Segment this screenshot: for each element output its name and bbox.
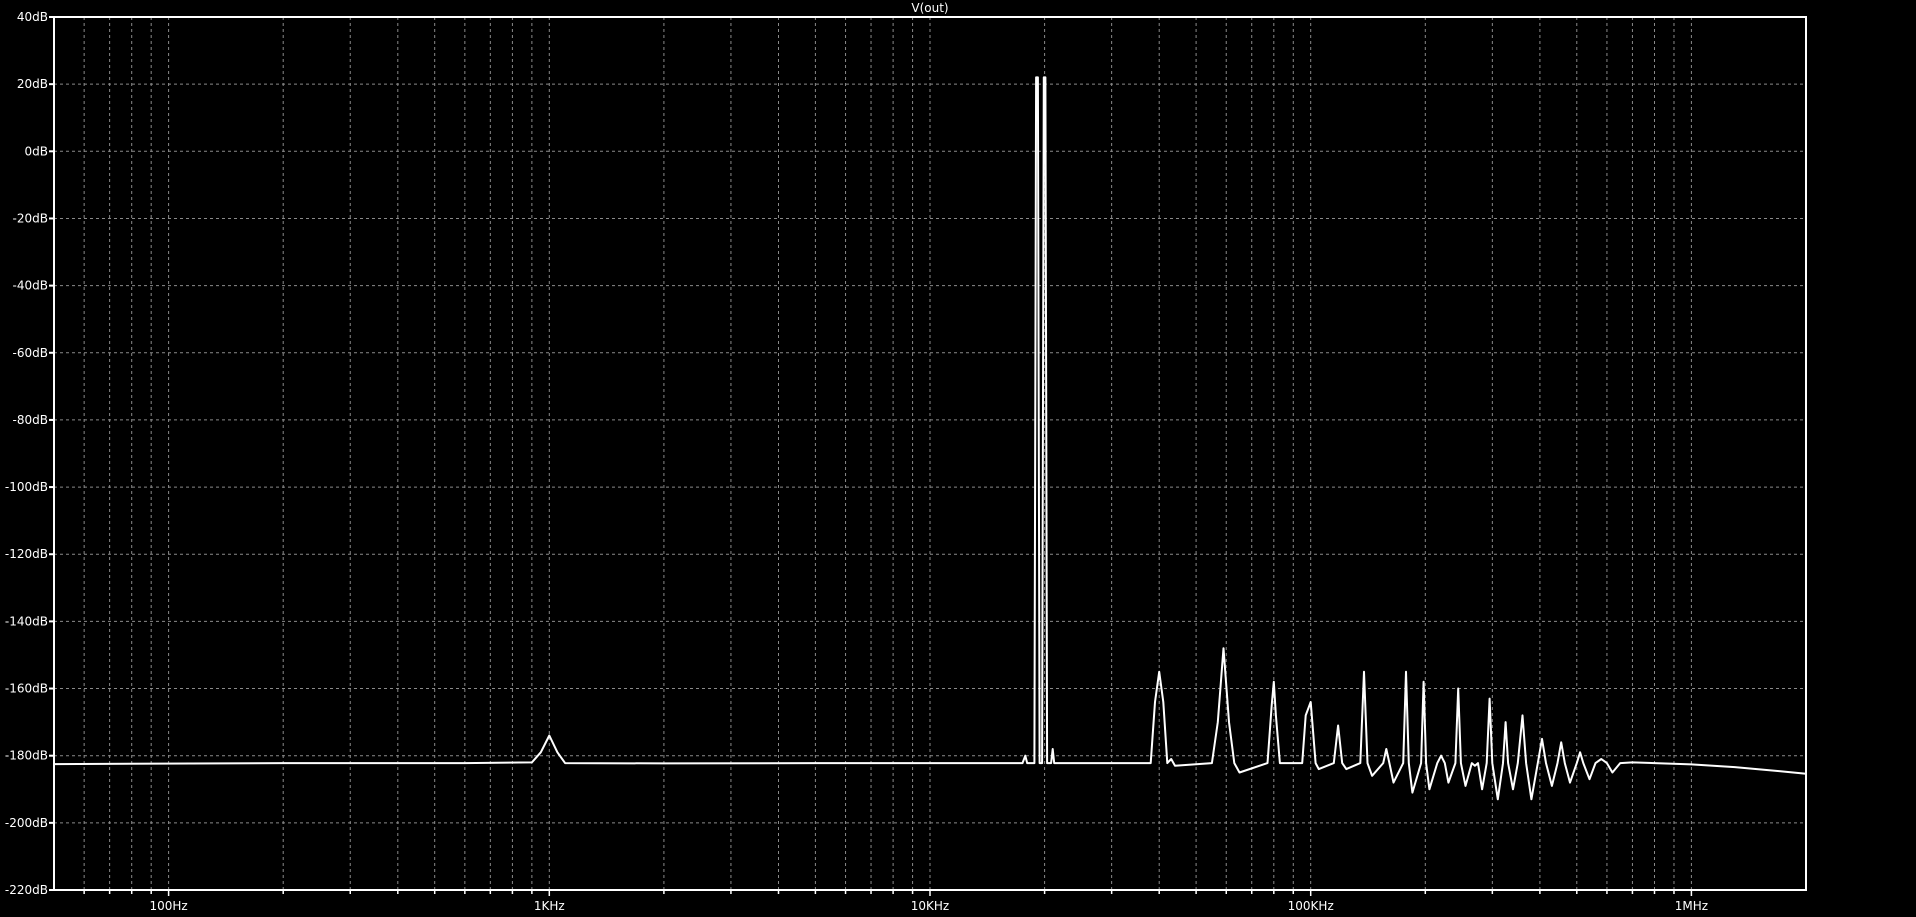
y-tick-label: 0dB xyxy=(25,144,48,158)
y-tick-label: -20dB xyxy=(13,211,48,225)
y-tick-label: -40dB xyxy=(13,279,48,293)
y-tick-label: 20dB xyxy=(17,77,48,91)
y-tick-label: -200dB xyxy=(5,816,48,830)
chart-title[interactable]: V(out) xyxy=(911,1,948,15)
chart: 40dB 20dB 0dB -20dB -40dB -60dB -80dB -100dB -12… xyxy=(0,0,1916,917)
y-tick-label: -80dB xyxy=(13,413,48,427)
y-tick-label: -60dB xyxy=(13,346,48,360)
y-tick-label: -140dB xyxy=(5,614,48,628)
chart-background xyxy=(0,0,1916,917)
x-tick-label: 100Hz xyxy=(149,899,187,913)
y-tick-label: 40dB xyxy=(17,10,48,24)
y-tick-label: -220dB xyxy=(5,883,48,897)
x-tick-label: 1MHz xyxy=(1675,899,1708,913)
y-tick-label: -120dB xyxy=(5,547,48,561)
y-tick-label: -180dB xyxy=(5,749,48,763)
y-tick-label: -160dB xyxy=(5,682,48,696)
y-tick-label: -100dB xyxy=(5,480,48,494)
x-tick-label: 1KHz xyxy=(534,899,565,913)
x-tick-label: 100KHz xyxy=(1288,899,1334,913)
x-tick-label: 10KHz xyxy=(911,899,949,913)
